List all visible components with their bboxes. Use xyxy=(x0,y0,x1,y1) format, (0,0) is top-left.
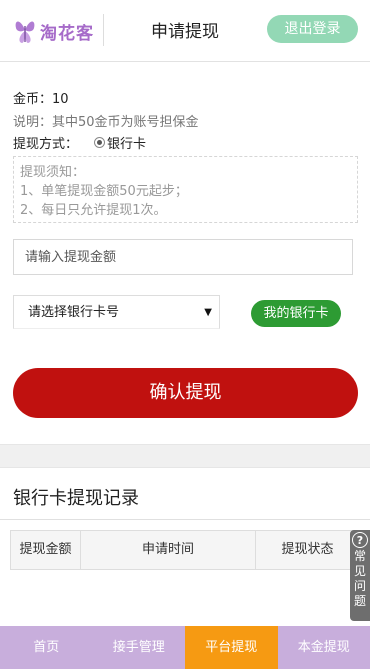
header: 淘花客 申请提现 退出登录 xyxy=(0,0,370,62)
notice-line-1: 1、单笔提现金额50元起步； xyxy=(20,184,188,199)
logout-button[interactable]: 退出登录 xyxy=(267,15,358,43)
logo-divider xyxy=(103,14,104,46)
section-separator xyxy=(0,444,370,468)
logo[interactable]: 淘花客 xyxy=(14,14,104,48)
withdraw-notice: 提现须知： 1、单笔提现金额50元起步； 2、每日只允许提现1次。 xyxy=(13,156,358,223)
amount-input[interactable] xyxy=(13,239,353,275)
bank-card-select-value: 请选择银行卡号 xyxy=(28,305,120,320)
records-table-header: 提现金额 申请时间 提现状态 xyxy=(10,530,360,570)
faq-char-4: 题 xyxy=(353,594,366,608)
coin-balance: 金币：10 xyxy=(13,92,69,107)
records-divider xyxy=(0,519,370,520)
notice-title: 提现须知： xyxy=(20,165,86,180)
faq-char-3: 问 xyxy=(353,579,366,593)
bank-card-radio[interactable] xyxy=(94,137,106,148)
question-icon: ? xyxy=(352,532,368,548)
page-title: 申请提现 xyxy=(151,22,219,42)
withdraw-method: 提现方式： 银行卡 xyxy=(13,133,146,152)
tab-platform-withdraw[interactable]: 平台提现 xyxy=(185,626,278,669)
withdraw-method-label: 提现方式： xyxy=(13,137,79,152)
faq-char-2: 见 xyxy=(353,564,366,578)
faq-char-1: 常 xyxy=(353,549,366,563)
tab-principal-withdraw[interactable]: 本金提现 xyxy=(278,626,370,669)
records-title: 银行卡提现记录 xyxy=(13,488,139,509)
tab-order-management[interactable]: 接手管理 xyxy=(93,626,186,669)
my-bank-card-button[interactable]: 我的银行卡 xyxy=(251,300,341,327)
bank-card-select[interactable]: 请选择银行卡号 ▼ xyxy=(13,295,220,329)
bottom-tab-bar: 首页 接手管理 平台提现 本金提现 xyxy=(0,626,370,669)
notice-line-2: 2、每日只允许提现1次。 xyxy=(20,203,167,218)
column-header-amount: 提现金额 xyxy=(11,531,81,569)
dropdown-arrow-icon: ▼ xyxy=(204,307,212,318)
faq-tab[interactable]: ? 常 见 问 题 xyxy=(350,530,370,621)
butterfly-logo-icon xyxy=(15,21,35,43)
tab-home[interactable]: 首页 xyxy=(0,626,93,669)
column-header-status: 提现状态 xyxy=(281,542,334,557)
bank-card-radio-label[interactable]: 银行卡 xyxy=(107,133,146,152)
deposit-note: 说明：其中50金币为账号担保金 xyxy=(13,115,199,130)
logo-text: 淘花客 xyxy=(40,23,94,44)
confirm-withdraw-button[interactable]: 确认提现 xyxy=(13,368,358,418)
column-header-time: 申请时间 xyxy=(81,531,256,569)
